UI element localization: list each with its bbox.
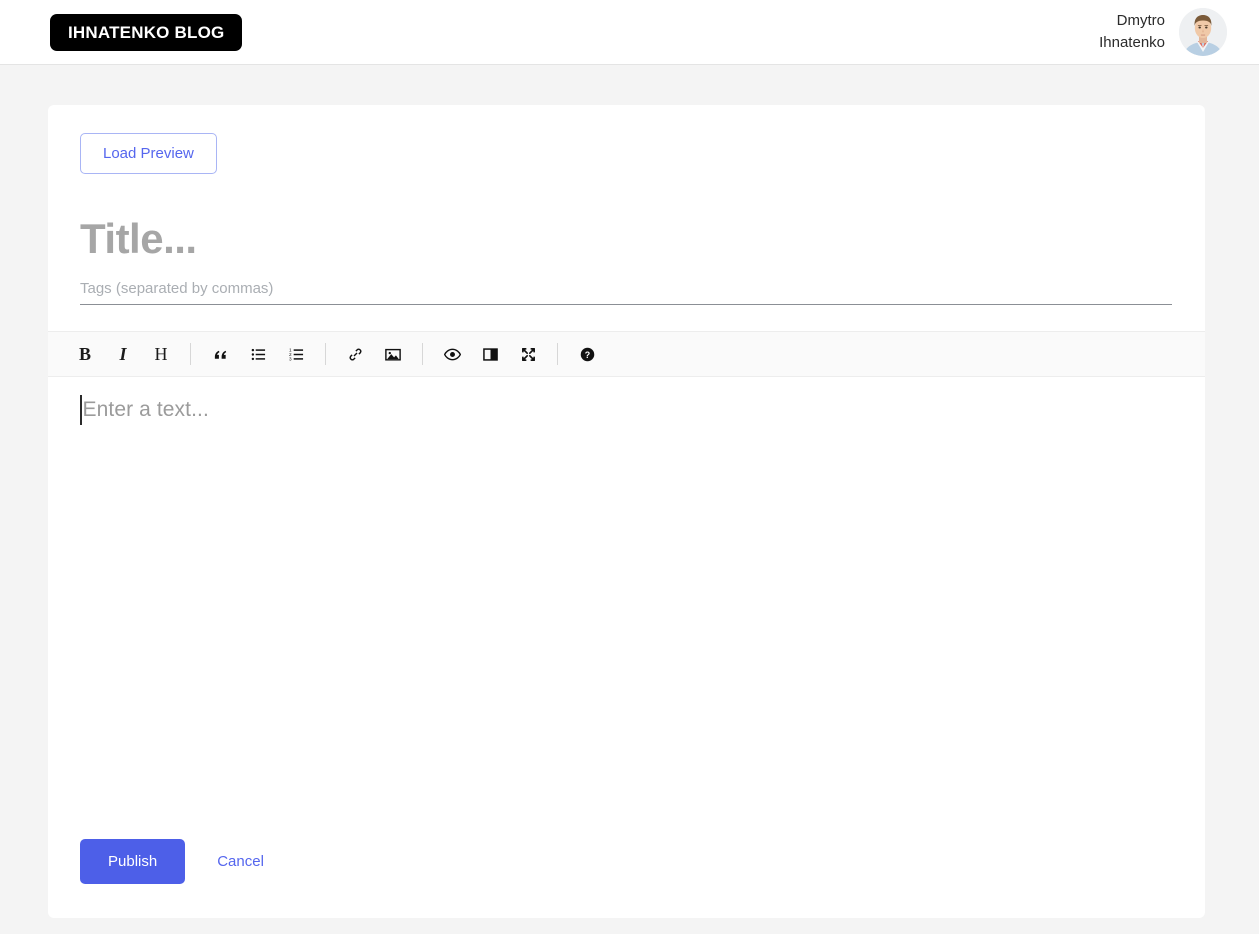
markdown-toolbar: B I H 1 2 3 ? xyxy=(48,331,1205,378)
editor-actions: Publish Cancel xyxy=(48,839,1205,918)
site-header: IHNATENKO BLOG Dmytro Ihnatenko xyxy=(0,0,1259,65)
toolbar-separator xyxy=(422,343,423,366)
user-name-label: Dmytro Ihnatenko xyxy=(1099,12,1165,51)
preview-eye-icon[interactable] xyxy=(437,339,467,369)
tags-input[interactable] xyxy=(80,280,1172,306)
load-preview-button[interactable]: Load Preview xyxy=(80,133,217,174)
editor-header-section: Load Preview xyxy=(48,105,1205,306)
unordered-list-icon[interactable] xyxy=(243,339,273,369)
user-avatar-photo-icon xyxy=(1179,8,1227,56)
toolbar-separator xyxy=(557,343,558,366)
quote-glyph-icon xyxy=(214,350,226,359)
fullscreen-icon[interactable] xyxy=(513,339,543,369)
cancel-button[interactable]: Cancel xyxy=(211,852,270,871)
link-icon[interactable] xyxy=(340,339,370,369)
numbered-list-glyph-icon: 1 2 3 xyxy=(289,347,303,361)
svg-text:3: 3 xyxy=(289,356,292,361)
image-icon[interactable] xyxy=(378,339,408,369)
ordered-list-icon[interactable]: 1 2 3 xyxy=(281,339,311,369)
publish-button[interactable]: Publish xyxy=(80,839,186,884)
expand-arrows-glyph-icon xyxy=(521,347,535,361)
bold-icon[interactable]: B xyxy=(70,339,100,369)
editor-first-line: Enter a text... xyxy=(80,393,1173,427)
bullet-list-glyph-icon xyxy=(251,348,265,360)
heading-icon[interactable]: H xyxy=(146,339,176,369)
avatar[interactable] xyxy=(1179,8,1227,56)
split-columns-glyph-icon xyxy=(482,348,498,361)
side-by-side-icon[interactable] xyxy=(475,339,505,369)
toolbar-separator xyxy=(325,343,326,366)
chain-link-glyph-icon xyxy=(349,348,361,361)
title-input[interactable] xyxy=(80,216,1173,263)
user-menu[interactable]: Dmytro Ihnatenko xyxy=(1091,8,1227,56)
question-mark-circle-glyph-icon: ? xyxy=(580,347,594,361)
editor-placeholder: Enter a text... xyxy=(82,398,209,422)
italic-icon[interactable]: I xyxy=(108,339,138,369)
help-question-icon[interactable]: ? xyxy=(572,339,602,369)
svg-text:?: ? xyxy=(584,350,589,360)
post-editor-card: Load Preview B I H xyxy=(48,105,1205,918)
picture-glyph-icon xyxy=(385,348,401,361)
quote-icon[interactable] xyxy=(205,339,235,369)
site-logo[interactable]: IHNATENKO BLOG xyxy=(50,13,243,51)
text-caret xyxy=(80,395,82,426)
page-body: Load Preview B I H xyxy=(0,65,1259,918)
eye-glyph-icon xyxy=(443,348,461,361)
markdown-editor-area[interactable]: Enter a text... xyxy=(48,377,1205,839)
toolbar-separator xyxy=(190,343,191,366)
